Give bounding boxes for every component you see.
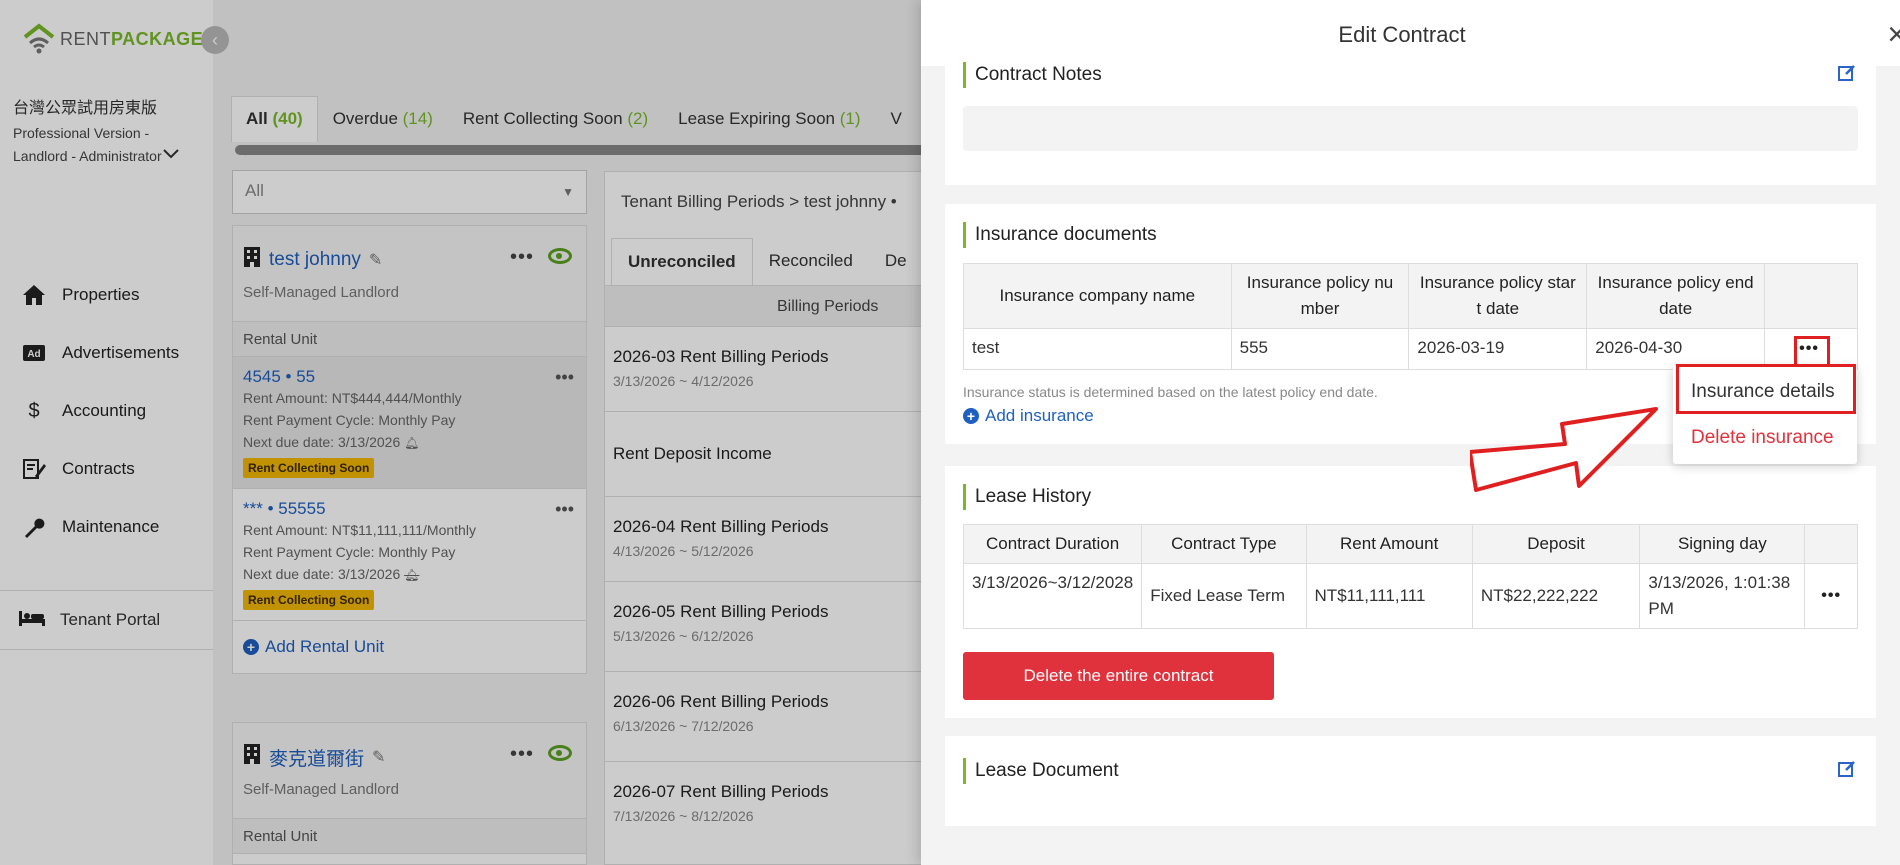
- lease-history-table: Contract Duration Contract Type Rent Amo…: [962, 524, 1858, 629]
- delete-contract-button[interactable]: Delete the entire contract: [963, 652, 1274, 700]
- annotation-arrow-icon: [1470, 407, 1658, 492]
- edit-icon[interactable]: [1838, 64, 1856, 82]
- insurance-status-note: Insurance status is determined based on …: [963, 384, 1378, 400]
- add-insurance-button[interactable]: + Add insurance: [963, 406, 1094, 426]
- lease-history-panel: Lease History Contract Duration Contract…: [945, 466, 1876, 718]
- close-icon[interactable]: ×: [1887, 18, 1900, 50]
- section-title: Insurance documents: [963, 222, 1157, 248]
- delete-insurance-menu-item[interactable]: Delete insurance: [1673, 416, 1857, 460]
- table-header-row: Insurance company name Insurance policy …: [963, 263, 1858, 329]
- section-title: Lease Document: [963, 758, 1119, 784]
- contract-notes-field[interactable]: [963, 106, 1858, 151]
- edit-icon[interactable]: [1838, 760, 1856, 778]
- row-actions-button[interactable]: •••: [1805, 576, 1857, 616]
- lease-document-panel: Lease Document: [945, 736, 1876, 826]
- insurance-table: Insurance company name Insurance policy …: [963, 263, 1858, 370]
- drawer-title: Edit Contract: [1338, 22, 1466, 47]
- plus-circle-icon: +: [963, 408, 979, 424]
- table-header-row: Contract Duration Contract Type Rent Amo…: [962, 524, 1858, 564]
- highlight-box: [1676, 364, 1856, 414]
- modal-overlay[interactable]: [0, 0, 921, 865]
- table-row: 3/13/2026~3/12/2028 Fixed Lease Term NT$…: [962, 563, 1858, 629]
- contract-notes-panel: Contract Notes: [945, 48, 1876, 185]
- section-title: Lease History: [963, 484, 1091, 510]
- section-title: Contract Notes: [963, 62, 1102, 88]
